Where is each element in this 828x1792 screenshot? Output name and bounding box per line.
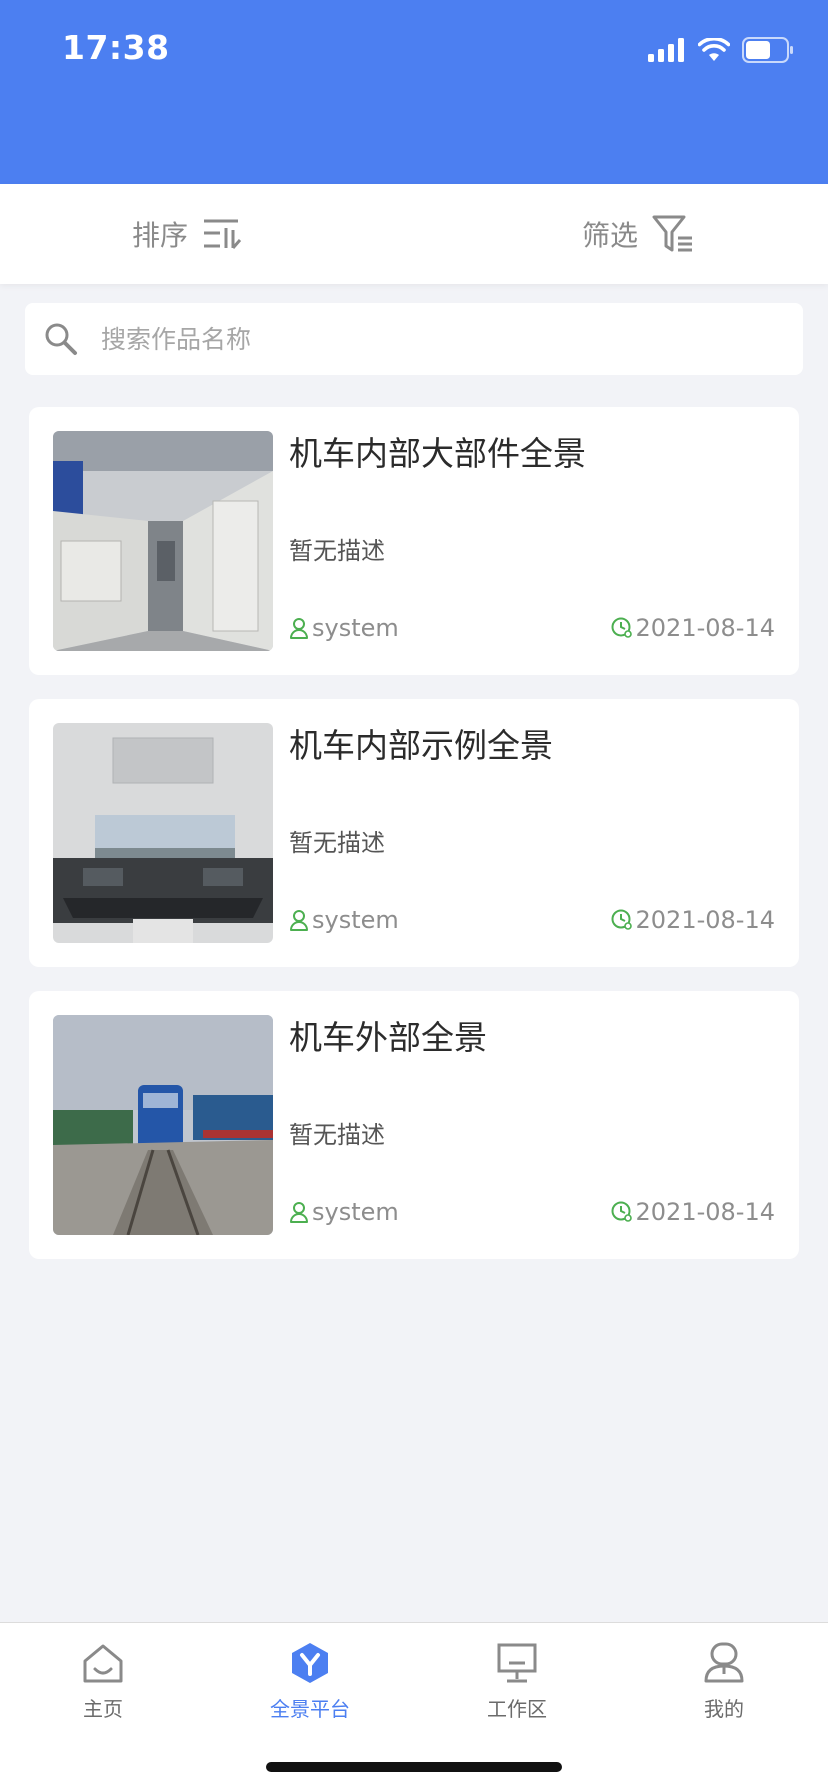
- tab-label: 全景平台: [270, 1697, 350, 1721]
- item-title: 机车内部示例全景: [289, 726, 553, 765]
- tab-label: 我的: [704, 1697, 744, 1721]
- sort-filter-toolbar: 排序 筛选: [0, 184, 828, 284]
- battery-icon: [742, 37, 793, 63]
- list-item[interactable]: 机车内部大部件全景 暂无描述 system 2021-08-14: [29, 407, 799, 675]
- profile-icon: [704, 1642, 744, 1683]
- thumbnail-image: [53, 1015, 273, 1235]
- tab-label: 主页: [83, 1697, 123, 1721]
- item-title: 机车内部大部件全景: [289, 434, 586, 473]
- status-bar: 17:38: [0, 0, 828, 184]
- list-item[interactable]: 机车内部示例全景 暂无描述 system 2021-08-14: [29, 699, 799, 967]
- item-description: 暂无描述: [289, 537, 385, 565]
- item-date-text: 2021-08-14: [635, 906, 775, 934]
- item-date: 2021-08-14: [611, 905, 775, 935]
- tab-label: 工作区: [487, 1697, 547, 1721]
- sort-icon: [204, 219, 242, 249]
- search-input[interactable]: [101, 303, 781, 375]
- status-icons: [648, 36, 794, 64]
- clock-icon: [611, 1201, 632, 1222]
- user-icon: [290, 1202, 308, 1223]
- sort-label: 排序: [132, 219, 189, 252]
- item-author-name: system: [312, 614, 399, 642]
- thumbnail-image: [53, 723, 273, 943]
- panorama-icon: [292, 1643, 328, 1683]
- item-date: 2021-08-14: [611, 613, 775, 643]
- thumbnail-image: [53, 431, 273, 651]
- home-icon: [83, 1644, 123, 1683]
- item-author: system: [289, 905, 399, 935]
- signal-icon: [648, 38, 684, 62]
- clock-icon: [611, 909, 632, 930]
- tab-workspace[interactable]: 工作区: [447, 1639, 587, 1739]
- sort-button[interactable]: 排序: [132, 210, 242, 258]
- home-indicator[interactable]: [266, 1762, 562, 1772]
- item-date: 2021-08-14: [611, 1197, 775, 1227]
- tab-profile[interactable]: 我的: [654, 1639, 794, 1739]
- user-icon: [290, 910, 308, 931]
- filter-icon: [652, 215, 693, 252]
- tab-panorama[interactable]: 全景平台: [240, 1639, 380, 1739]
- item-date-text: 2021-08-14: [635, 1198, 775, 1226]
- search-bar: [25, 303, 803, 375]
- user-icon: [290, 618, 308, 639]
- wifi-icon: [698, 38, 730, 61]
- item-author-name: system: [312, 906, 399, 934]
- list-item[interactable]: 机车外部全景 暂无描述 system 2021-08-14: [29, 991, 799, 1259]
- item-date-text: 2021-08-14: [635, 614, 775, 642]
- tab-home[interactable]: 主页: [33, 1639, 173, 1739]
- item-author: system: [289, 613, 399, 643]
- item-author: system: [289, 1197, 399, 1227]
- search-icon: [45, 323, 77, 355]
- item-description: 暂无描述: [289, 1121, 385, 1149]
- filter-button[interactable]: 筛选: [582, 210, 694, 258]
- status-time: 17:38: [62, 28, 170, 67]
- clock-icon: [611, 617, 632, 638]
- item-title: 机车外部全景: [289, 1018, 487, 1057]
- item-description: 暂无描述: [289, 829, 385, 857]
- filter-label: 筛选: [582, 219, 639, 252]
- monitor-icon: [497, 1643, 537, 1683]
- item-author-name: system: [312, 1198, 399, 1226]
